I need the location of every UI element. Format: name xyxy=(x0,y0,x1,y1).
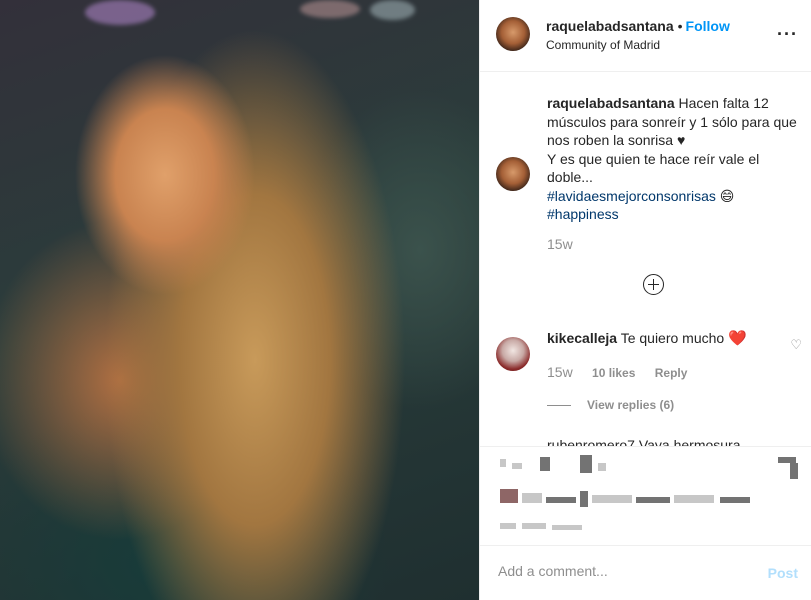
hashtag-link[interactable]: #happiness xyxy=(547,206,619,222)
author-avatar[interactable] xyxy=(496,17,530,51)
obscured-block xyxy=(546,497,576,503)
background-light xyxy=(300,0,360,18)
comment-likes[interactable]: 10 likes xyxy=(592,366,635,380)
comment-emoji: ❤️ xyxy=(728,330,747,347)
background-light xyxy=(370,0,415,20)
load-more-comments-icon[interactable] xyxy=(643,274,664,295)
view-replies-button[interactable]: View replies (6) xyxy=(547,398,674,412)
obscured-block xyxy=(790,463,798,479)
background-light xyxy=(85,0,155,25)
caption-emoji: 😄 xyxy=(719,187,735,204)
caption-timestamp[interactable]: 15w xyxy=(547,236,573,252)
replies-divider xyxy=(547,405,571,407)
obscured-block xyxy=(636,497,670,503)
post-header: raquelabadsantana • Follow Community of Ma… xyxy=(480,0,811,72)
add-comment-bar: Post xyxy=(480,545,811,600)
author-username[interactable]: raquelabadsantana xyxy=(546,18,674,34)
post-photo[interactable] xyxy=(0,0,479,600)
view-replies-label: View replies (6) xyxy=(587,398,675,412)
hashtag-link[interactable]: #lavidaesmejorconsonrisas xyxy=(547,188,716,204)
obscured-block xyxy=(540,457,550,471)
caption-avatar[interactable] xyxy=(496,157,530,191)
post-comment-button[interactable]: Post xyxy=(768,565,798,581)
obscured-block xyxy=(674,495,714,503)
reply-button[interactable]: Reply xyxy=(655,366,688,380)
obscured-block xyxy=(512,463,522,469)
obscured-block xyxy=(522,493,542,503)
commenter-avatar[interactable] xyxy=(496,337,530,371)
action-bar-obscured xyxy=(480,446,811,544)
obscured-block xyxy=(720,497,750,503)
caption-username[interactable]: raquelabadsantana xyxy=(547,95,675,111)
comment-like-heart-icon[interactable]: ♡ xyxy=(790,337,802,353)
post-location[interactable]: Community of Madrid xyxy=(546,38,660,52)
comment-timestamp[interactable]: 15w xyxy=(547,364,573,380)
comment-username[interactable]: kikecalleja xyxy=(547,330,617,346)
obscured-block xyxy=(580,455,592,473)
add-comment-input[interactable] xyxy=(496,562,750,580)
obscured-block xyxy=(592,495,632,503)
header-user-line: raquelabadsantana • Follow xyxy=(546,18,730,34)
comment-text: Te quiero mucho xyxy=(620,330,725,346)
obscured-block xyxy=(598,463,606,471)
obscured-block xyxy=(500,459,506,467)
post-sidebar: raquelabadsantana • Follow Community of Ma… xyxy=(479,0,811,600)
more-options-icon[interactable]: ··· xyxy=(777,24,798,45)
separator-dot: • xyxy=(677,18,683,34)
caption-text-2: Y es que quien te hace reír vale el dobl… xyxy=(547,150,760,186)
follow-button[interactable]: Follow xyxy=(686,18,730,34)
obscured-block xyxy=(552,525,582,530)
comment: kikecalleja Te quiero mucho ❤️ xyxy=(547,329,777,347)
obscured-block xyxy=(580,491,588,507)
comment-meta: 15w 10 likes Reply xyxy=(547,364,687,380)
obscured-block xyxy=(500,523,516,529)
obscured-block xyxy=(522,523,546,529)
obscured-block xyxy=(500,489,518,503)
post-caption: raquelabadsantana Hacen falta 12 músculo… xyxy=(547,94,797,224)
